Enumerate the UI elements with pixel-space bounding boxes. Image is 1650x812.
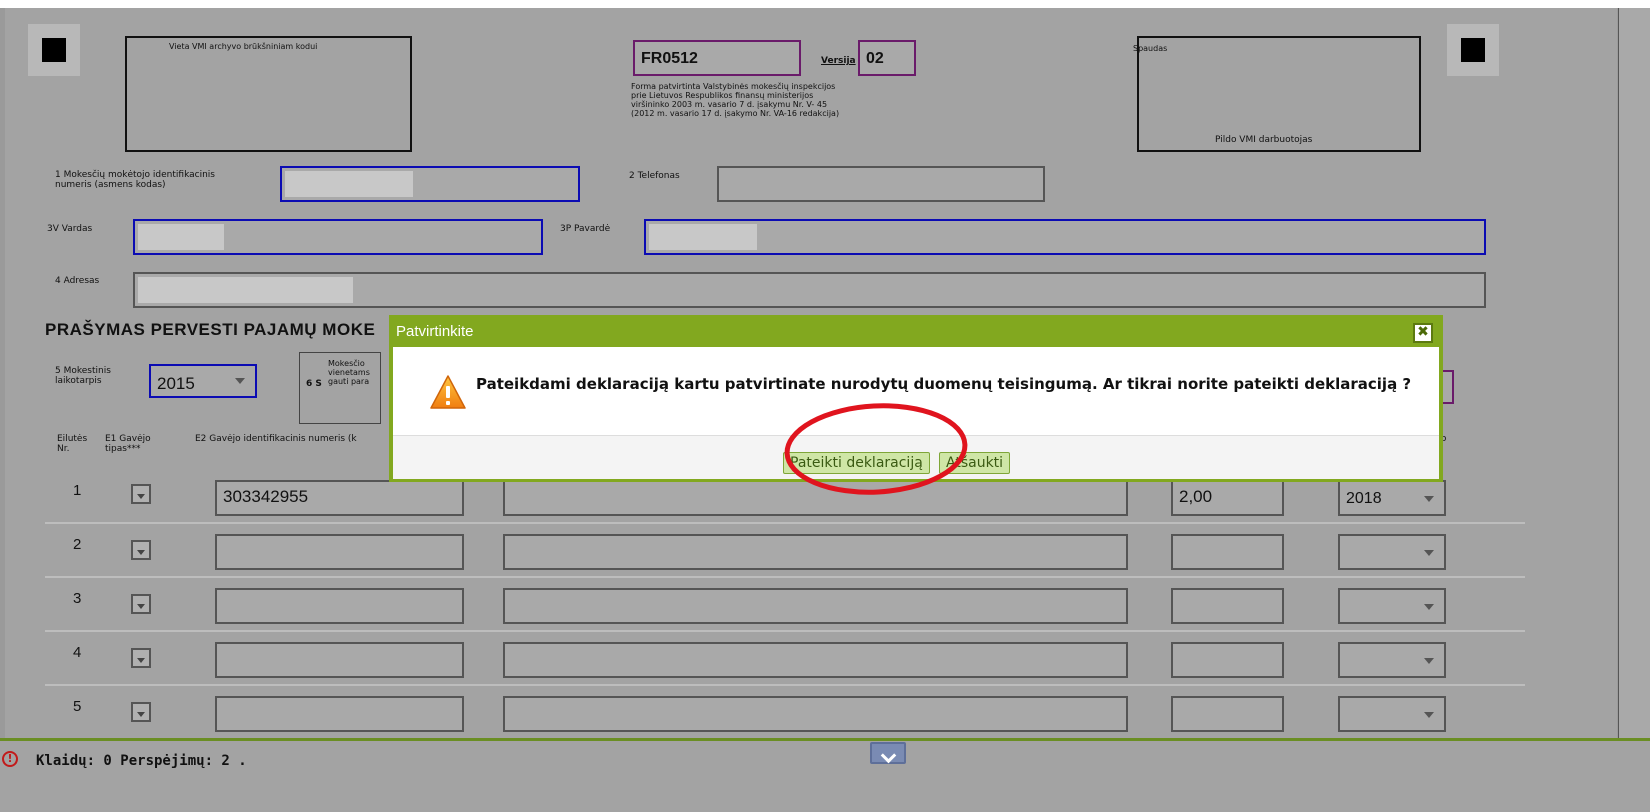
chevron-down-icon [235,378,245,384]
redacted-value [649,224,757,250]
field6-text: Mokesčio vienetams gauti para [328,359,370,386]
first-name-field[interactable] [133,219,543,255]
last-name-label: 3P Pavardė [560,224,611,234]
table-row: 5 [5,686,1617,740]
table-row: 2 [5,524,1617,578]
error-icon: ! [2,751,18,767]
address-label: 4 Adresas [55,276,100,286]
warning-icon [430,375,466,409]
recipient-name-field[interactable] [503,696,1128,732]
approval-line: viršininko 2003 m. vasario 7 d. įsakymu … [631,100,828,109]
recipient-type-select[interactable] [131,648,151,668]
stamp-box: Spaudas Pildo VMI darbuotojas [1133,36,1421,152]
version-label: Versija [821,56,856,66]
first-name-label: 3V Vardas [47,224,93,234]
recipient-type-select[interactable] [131,702,151,722]
approval-line: (2012 m. vasario 17 d. įsakymo Nr. VA-16… [631,109,840,118]
redacted-value [138,277,353,303]
section-heading: PRAŠYMAS PERVESTI PAJAMŲ MOKE [45,320,376,339]
status-bar: ! Klaidų: 0 Perspėjimų: 2 . [0,738,1650,812]
field6-prefix: 6 S [306,379,322,389]
recipient-name-field[interactable] [503,534,1128,570]
column-recipient-type: E1 Gavėjo tipas*** [105,434,151,454]
registration-marker-right [1447,24,1499,76]
field6-line: vienetams [328,368,370,377]
row-number: 1 [73,482,82,499]
archive-label: Vieta VMI archyvo brūkšniniam kodui [169,42,318,51]
field6-line: gauti para [328,377,370,386]
period-label: 5 Mokestinis laikotarpis [55,366,111,386]
year-select[interactable] [1338,534,1446,570]
close-icon[interactable]: ✖ [1413,323,1433,343]
year-value: 2018 [1346,490,1382,507]
archive-barcode-box: Vieta VMI archyvo brūkšniniam kodui [125,36,412,152]
version-value: 02 [866,50,884,67]
field6-box: 6 S Mokesčio vienetams gauti para [299,352,381,424]
column-row-no: Eilutės Nr. [57,434,88,454]
page-top-strip [0,0,1650,8]
amount-field[interactable] [1171,534,1284,570]
table-row: 3 [5,578,1617,632]
amount-field[interactable]: 2,00 [1171,480,1284,516]
row-number: 2 [73,536,82,553]
taxpayer-id-field[interactable] [280,166,580,202]
highlight-annotation [784,403,968,495]
redacted-value [285,171,413,197]
dialog-message: Pateikdami deklaraciją kartu patvirtinat… [476,375,1412,393]
address-field[interactable] [133,272,1486,308]
recipient-id-field[interactable] [215,588,464,624]
version-field: 02 [858,40,916,76]
phone-field[interactable] [717,166,1045,202]
form-code: FR0512 [641,50,698,67]
row-number: 4 [73,644,82,661]
amount-field[interactable] [1171,642,1284,678]
chevron-down-icon [1424,658,1434,664]
redacted-value [138,224,224,250]
stamp-footer: Pildo VMI darbuotojas [1215,135,1313,145]
period-select[interactable]: 2015 [149,364,257,398]
recipient-type-select[interactable] [131,594,151,614]
field6-line: Mokesčio [328,359,365,368]
amount-field[interactable] [1171,588,1284,624]
phone-label: 2 Telefonas [629,171,680,181]
recipients-table: 1 303342955 2,00 2018 2 3 4 5 [5,470,1617,738]
form-code-field: FR0512 [633,40,801,76]
approval-line: Forma patvirtinta Valstybinės mokesčių i… [631,82,836,91]
approval-line: prie Lietuvos Respublikos finansų minist… [631,91,814,100]
year-select[interactable] [1338,696,1446,732]
chevron-down-icon [1424,496,1434,502]
year-select[interactable]: 2018 [1338,480,1446,516]
recipient-type-select[interactable] [131,540,151,560]
amount-field[interactable] [1171,696,1284,732]
dialog-title: Patvirtinkite [396,323,474,340]
expand-panel-button[interactable] [870,742,906,764]
row-number: 5 [73,698,82,715]
year-select[interactable] [1338,588,1446,624]
chevron-down-icon [1424,604,1434,610]
taxpayer-id-label: 1 Mokesčių mokėtojo identifikacinis nume… [55,170,215,190]
stamp-label: Spaudas [1133,44,1168,53]
amount-value: 2,00 [1179,487,1213,506]
chevron-down-icon [1424,550,1434,556]
chevron-down-icon [1424,712,1434,718]
year-select[interactable] [1338,642,1446,678]
column-recipient-id: E2 Gavėjo identifikacinis numeris (k [195,434,357,444]
last-name-field[interactable] [644,219,1486,255]
recipient-id-field[interactable] [215,534,464,570]
table-row: 4 [5,632,1617,686]
recipient-id-value: 303342955 [223,487,309,506]
period-value: 2015 [157,374,195,393]
recipient-id-field[interactable] [215,642,464,678]
recipient-id-field[interactable]: 303342955 [215,480,464,516]
approval-text: Forma patvirtinta Valstybinės mokesčių i… [631,82,891,118]
row-number: 3 [73,590,82,607]
recipient-name-field[interactable] [503,588,1128,624]
right-scrollbar[interactable] [1618,8,1650,738]
recipient-id-field[interactable] [215,696,464,732]
registration-marker-left [28,24,80,76]
recipient-name-field[interactable] [503,642,1128,678]
recipient-type-select[interactable] [131,484,151,504]
status-text: Klaidų: 0 Perspėjimų: 2 . [36,753,247,769]
